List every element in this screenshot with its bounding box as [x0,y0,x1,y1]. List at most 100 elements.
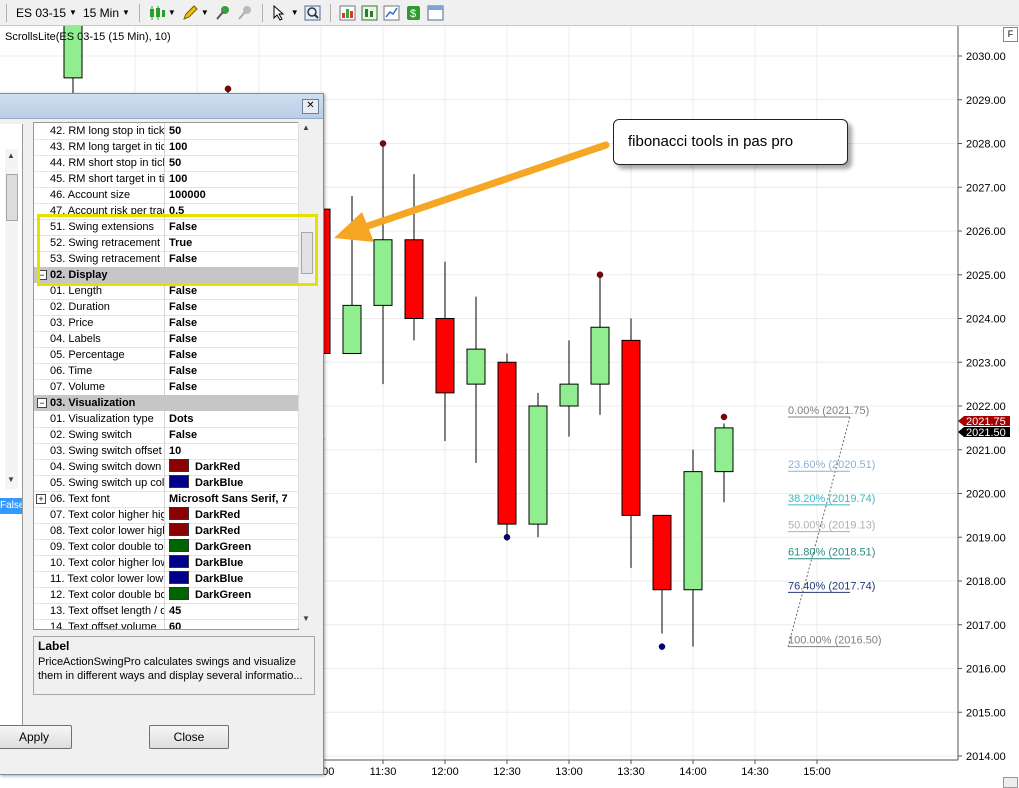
chevron-down-icon[interactable]: ▼ [69,8,77,17]
zoom-button[interactable] [304,4,322,22]
highlight-box [37,214,318,286]
chevron-down-icon[interactable]: ▼ [201,8,209,17]
property-name: 46. Account size [50,187,165,203]
property-grid-scrollbar[interactable]: ▲ ▼ [298,122,314,628]
chart-properties-icon [383,5,400,20]
property-row[interactable]: 44. RM short stop in ticks 50 [34,155,298,172]
indicators-button[interactable] [339,4,357,22]
price-label: 2014.00 [966,751,1006,763]
property-value-text: 100000 [169,189,206,201]
property-value[interactable]: False [169,363,298,379]
property-value[interactable]: False [169,427,298,443]
property-value[interactable]: 100 [169,171,298,187]
scroll-up-icon[interactable]: ▲ [7,151,15,160]
property-row[interactable]: 01. Visualization type Dots [34,411,298,428]
property-row[interactable]: 04. Labels False [34,331,298,348]
color-swatch [169,571,189,584]
property-value[interactable]: 10 [169,443,298,459]
pin-disabled-button[interactable] [236,4,254,22]
pin-button[interactable] [214,4,232,22]
property-row[interactable]: 03. Swing switch offset 10 [34,443,298,460]
candle-body [714,427,734,473]
chevron-down-icon[interactable]: ▼ [168,8,176,17]
property-row[interactable]: 08. Text color lower high DarkRed [34,523,298,540]
property-row[interactable]: 04. Swing switch down color DarkRed [34,459,298,476]
property-row[interactable]: 07. Text color higher high DarkRed [34,507,298,524]
property-row[interactable]: 10. Text color higher low DarkBlue [34,555,298,572]
property-value[interactable]: False [169,299,298,315]
interval-selector[interactable]: 15 Min [83,6,119,20]
scroll-down-icon[interactable]: ▼ [302,614,310,623]
property-value[interactable]: DarkRed [169,507,298,523]
property-value[interactable]: DarkBlue [169,475,298,491]
indicator-list-item[interactable]: False [0,498,22,514]
property-name: 02. Swing switch [50,427,165,443]
chevron-down-icon[interactable]: ▼ [122,8,130,17]
property-category[interactable]: −03. Visualization [34,395,298,411]
strategies-button[interactable] [361,4,379,22]
property-value[interactable]: False [169,331,298,347]
property-value[interactable]: DarkGreen [169,587,298,603]
axis-scale-button[interactable]: F [1003,27,1018,42]
property-value-text: False [169,301,198,313]
property-value[interactable]: 100000 [169,187,298,203]
property-row[interactable]: 12. Text color double bottom DarkGreen [34,587,298,604]
property-value[interactable]: 60 [169,619,298,629]
cursor-button[interactable] [271,4,289,22]
property-row[interactable]: 09. Text color double top DarkGreen [34,539,298,556]
indicator-list-panel[interactable]: ▲ ▼ False [0,124,23,746]
dialog-title-bar[interactable]: ✕ [0,94,323,119]
property-row[interactable]: 13. Text offset length / duration 45 [34,603,298,620]
property-row[interactable]: 45. RM short target in ticks 100 [34,171,298,188]
property-row[interactable]: +06. Text font Microsoft Sans Serif, 7 [34,491,298,508]
property-row[interactable]: 14. Text offset volume 60 [34,619,298,629]
property-name: 14. Text offset volume [50,619,165,629]
property-value[interactable]: 100 [169,139,298,155]
close-button[interactable]: Close [149,725,229,749]
drawing-pencil-button[interactable] [181,4,199,22]
property-grid[interactable]: 42. RM long stop in ticks 50 43. RM long t… [33,122,299,630]
scroll-down-icon[interactable]: ▼ [7,475,15,484]
property-row[interactable]: 03. Price False [34,315,298,332]
property-value[interactable]: DarkRed [169,459,298,475]
property-value[interactable]: Dots [169,411,298,427]
scroll-up-icon[interactable]: ▲ [302,123,310,132]
property-value[interactable]: 45 [169,603,298,619]
property-row[interactable]: 42. RM long stop in ticks 50 [34,123,298,140]
property-value[interactable]: DarkBlue [169,571,298,587]
property-value[interactable]: False [169,379,298,395]
property-value[interactable]: Microsoft Sans Serif, 7 [169,491,298,507]
property-value[interactable]: False [169,315,298,331]
close-icon[interactable]: ✕ [302,99,319,114]
property-row[interactable]: 07. Volume False [34,379,298,396]
property-name: 04. Labels [50,331,165,347]
property-value[interactable]: 50 [169,123,298,139]
property-row[interactable]: 43. RM long target in ticks 100 [34,139,298,156]
candle-body [683,471,703,591]
property-row[interactable]: 46. Account size 100000 [34,187,298,204]
property-value[interactable]: DarkGreen [169,539,298,555]
property-row[interactable]: 02. Duration False [34,299,298,316]
window-button[interactable] [427,4,445,22]
property-name: 03. Price [50,315,165,331]
collapse-icon[interactable]: − [37,398,47,408]
property-value[interactable]: 50 [169,155,298,171]
expand-icon[interactable]: + [36,494,46,504]
candlestick-style-button[interactable] [148,4,166,22]
property-row[interactable]: 11. Text color lower low DarkBlue [34,571,298,588]
apply-button[interactable]: Apply [0,725,72,749]
dollar-button[interactable]: $ [405,4,423,22]
property-value[interactable]: False [169,347,298,363]
chevron-down-icon[interactable]: ▼ [291,8,299,17]
instrument-selector[interactable]: ES 03-15 [16,6,66,20]
property-value[interactable]: DarkRed [169,523,298,539]
property-row[interactable]: 05. Swing switch up color DarkBlue [34,475,298,492]
property-value[interactable]: DarkBlue [169,555,298,571]
property-row[interactable]: 02. Swing switch False [34,427,298,444]
property-row[interactable]: 06. Time False [34,363,298,380]
indicator-list-scrollbar[interactable]: ▲ ▼ [5,149,18,489]
toolbar: ES 03-15 ▼ 15 Min ▼ ▼ ▼ ▼ $ [0,0,1019,26]
property-row[interactable]: 05. Percentage False [34,347,298,364]
chart-properties-button[interactable] [383,4,401,22]
scrollbar-thumb[interactable] [6,174,18,221]
